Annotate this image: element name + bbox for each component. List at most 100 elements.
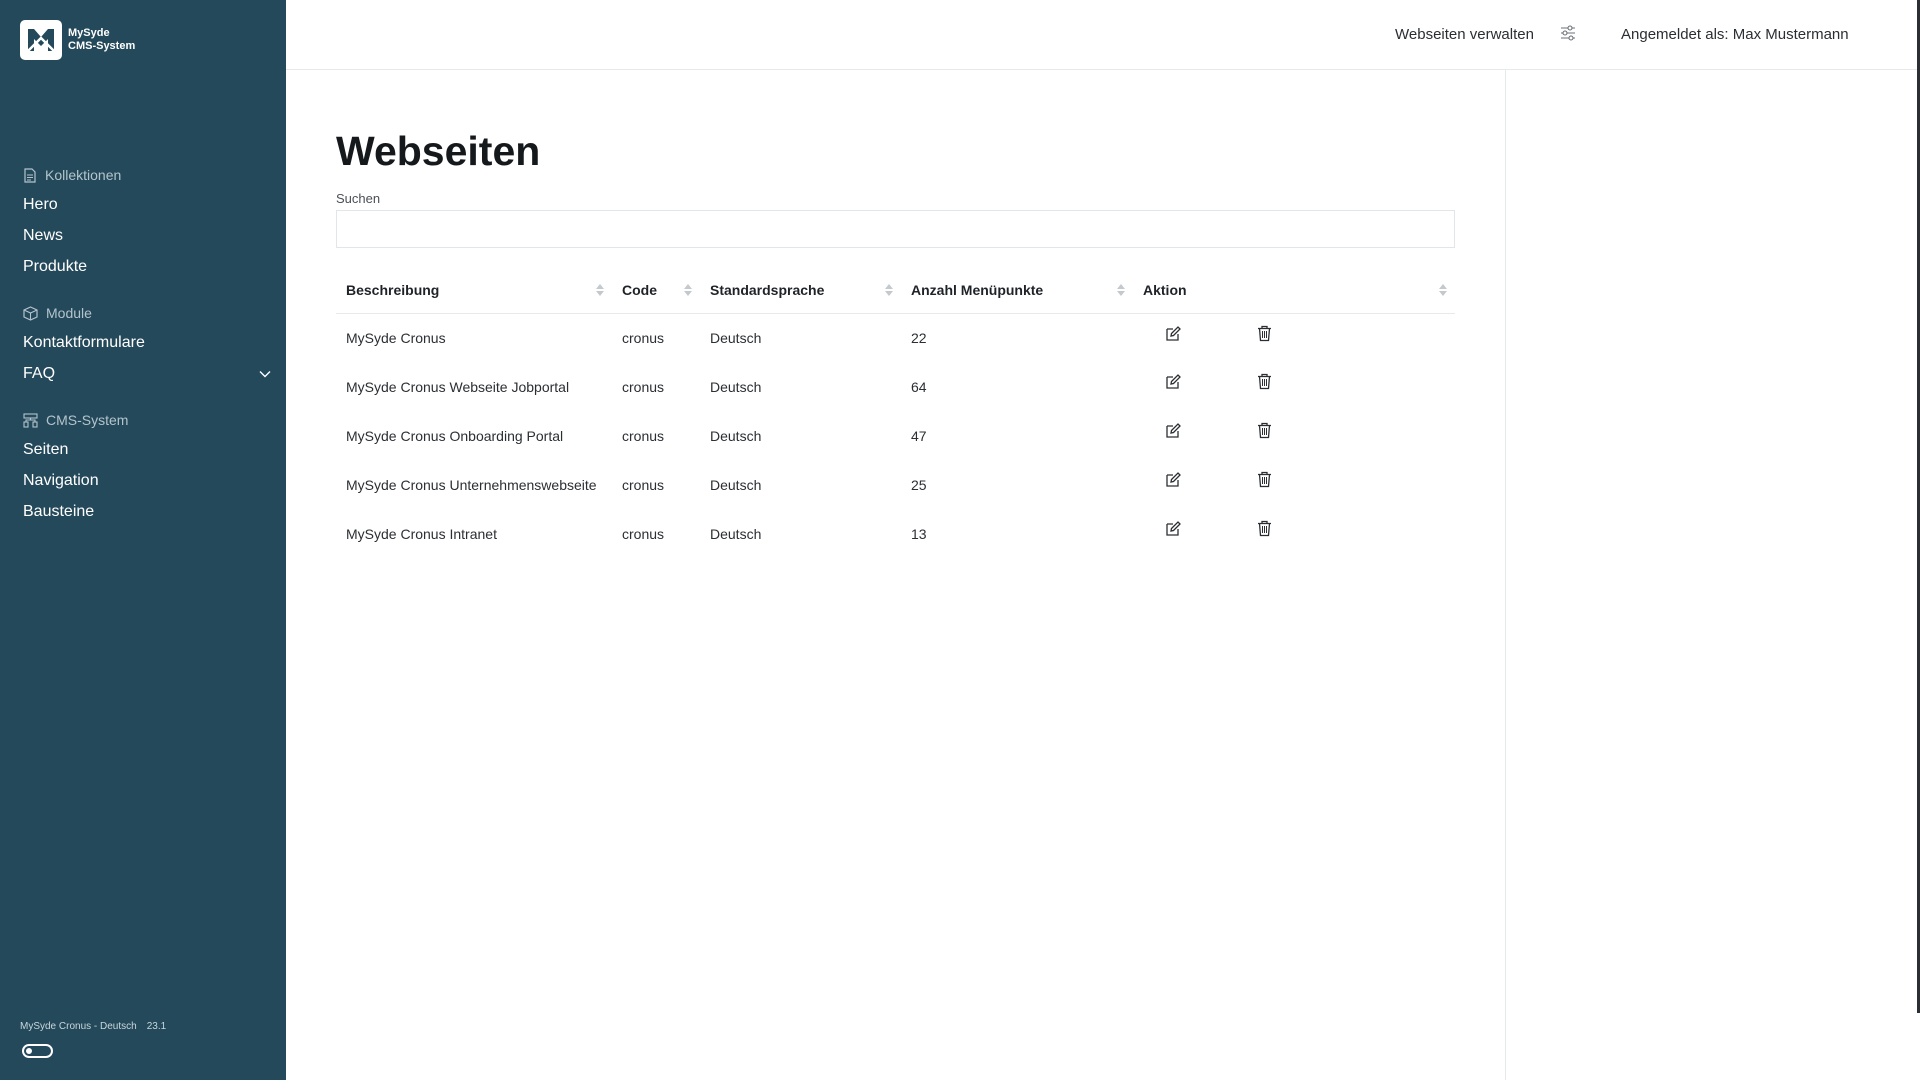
edit-icon[interactable]: [1165, 374, 1181, 393]
brand-text: MySyde CMS-System: [68, 27, 135, 53]
cell-anzahl: 22: [911, 329, 927, 346]
search-label: Suchen: [336, 191, 381, 206]
sidebar-item-navigation[interactable]: Navigation: [23, 472, 271, 490]
page-title: Webseiten: [336, 128, 541, 174]
sitemap-icon: [23, 412, 38, 428]
table-row[interactable]: MySyde Cronus Webseite Jobportal cronus De…: [336, 362, 1455, 411]
column-label: Aktion: [1143, 282, 1187, 299]
sort-icon: [885, 284, 893, 297]
column-label: Beschreibung: [346, 282, 440, 299]
section-title: Module: [46, 305, 92, 321]
edit-icon[interactable]: [1165, 521, 1181, 540]
column-label: Anzahl Menüpunkte: [911, 282, 1044, 299]
right-panel-divider: [1505, 70, 1506, 1080]
settings-sliders-icon[interactable]: [1560, 25, 1576, 46]
sidebar-item-label: Hero: [23, 196, 58, 213]
trash-icon[interactable]: [1257, 373, 1272, 393]
cell-code: cronus: [622, 525, 665, 542]
table-header-row: Beschreibung Code Standardsprache Anzahl…: [336, 268, 1455, 313]
column-header-standardsprache[interactable]: Standardsprache: [700, 268, 901, 313]
trash-icon[interactable]: [1257, 471, 1272, 491]
sidebar-item-seiten[interactable]: Seiten: [23, 441, 271, 459]
cell-beschreibung: MySyde Cronus Onboarding Portal: [346, 427, 564, 444]
section-kollektionen: Kollektionen: [23, 167, 121, 183]
column-label: Code: [622, 282, 657, 299]
cell-anzahl: 64: [911, 378, 927, 395]
sidebar-item-produkte[interactable]: Produkte: [23, 258, 271, 276]
cell-code: cronus: [622, 378, 665, 395]
column-header-beschreibung[interactable]: Beschreibung: [336, 268, 612, 313]
trash-icon[interactable]: [1257, 325, 1272, 345]
section-title: CMS-System: [46, 412, 129, 428]
trash-icon[interactable]: [1257, 422, 1272, 442]
sidebar-item-label: News: [23, 227, 64, 244]
brand-logo[interactable]: MySyde CMS-System: [20, 20, 135, 60]
cell-beschreibung: MySyde Cronus Webseite Jobportal: [346, 378, 570, 395]
sidebar-footer: MySyde Cronus - Deutsch 23.1: [20, 1021, 166, 1032]
table-row[interactable]: MySyde Cronus Intranet cronus Deutsch 13: [336, 509, 1455, 558]
cell-standardsprache: Deutsch: [710, 378, 762, 395]
table-row[interactable]: MySyde Cronus cronus Deutsch 22: [336, 313, 1455, 362]
sidebar-item-label: Navigation: [23, 472, 99, 489]
cell-code: cronus: [622, 329, 665, 346]
sidebar-item-news[interactable]: News: [23, 227, 271, 245]
cell-code: cronus: [622, 427, 665, 444]
edit-icon[interactable]: [1165, 325, 1181, 345]
sidebar: MySyde CMS-System Kollektionen Hero News…: [0, 0, 286, 1080]
edit-icon[interactable]: [1165, 472, 1181, 491]
cell-anzahl: 47: [911, 427, 927, 444]
cell-code: cronus: [622, 476, 665, 493]
websites-table: Beschreibung Code Standardsprache Anzahl…: [336, 268, 1455, 558]
cell-aktion: [1133, 411, 1455, 460]
column-header-anzahl-menuepunkte[interactable]: Anzahl Menüpunkte: [901, 268, 1133, 313]
cell-standardsprache: Deutsch: [710, 476, 762, 493]
brand-line1: MySyde: [68, 27, 110, 39]
section-cms-system: CMS-System: [23, 412, 128, 428]
column-label: Standardsprache: [710, 282, 825, 299]
topbar: Webseiten verwalten Angemeldet als: Max …: [286, 0, 1920, 70]
sidebar-item-hero[interactable]: Hero: [23, 196, 271, 214]
cell-standardsprache: Deutsch: [710, 329, 762, 346]
sort-icon: [1439, 284, 1447, 297]
document-icon: [24, 167, 36, 183]
brand-line2: CMS-System: [68, 40, 136, 52]
cell-aktion: [1133, 313, 1455, 362]
cell-aktion: [1133, 509, 1455, 558]
table-row[interactable]: MySyde Cronus Onboarding Portal cronus Deu…: [336, 411, 1455, 460]
theme-toggle[interactable]: [22, 1044, 53, 1058]
logged-in-user[interactable]: Angemeldet als: Max Mustermann: [1621, 26, 1849, 43]
sort-icon: [596, 284, 604, 297]
toggle-knob: [26, 1048, 32, 1054]
sort-icon: [1117, 284, 1125, 297]
cell-anzahl: 25: [911, 476, 927, 493]
sidebar-item-faq[interactable]: FAQ: [23, 365, 271, 383]
sidebar-item-kontaktformulare[interactable]: Kontaktformulare: [23, 334, 271, 352]
cell-anzahl: 13: [911, 525, 927, 542]
section-module: Module: [23, 305, 92, 321]
sidebar-item-label: Produkte: [23, 258, 88, 275]
footer-version: 23.1: [146, 1021, 167, 1032]
section-title: Kollektionen: [45, 167, 122, 183]
sort-icon: [684, 284, 692, 297]
cell-beschreibung: MySyde Cronus Intranet: [346, 525, 497, 542]
manage-websites-link[interactable]: Webseiten verwalten: [1395, 26, 1534, 43]
search-input[interactable]: [336, 210, 1455, 248]
sidebar-item-label: FAQ: [23, 365, 56, 382]
sidebar-item-label: Seiten: [23, 441, 69, 458]
column-header-code[interactable]: Code: [612, 268, 700, 313]
logo-icon: [20, 20, 62, 60]
box-icon: [23, 305, 38, 321]
cell-standardsprache: Deutsch: [710, 427, 762, 444]
sidebar-item-bausteine[interactable]: Bausteine: [23, 503, 271, 521]
edit-icon[interactable]: [1165, 423, 1181, 442]
table-row[interactable]: MySyde Cronus Unternehmenswebseite cronus…: [336, 460, 1455, 509]
sidebar-item-label: Bausteine: [23, 503, 95, 520]
cell-beschreibung: MySyde Cronus: [346, 329, 446, 346]
chevron-down-icon[interactable]: [259, 370, 271, 378]
cell-aktion: [1133, 460, 1455, 509]
column-header-aktion[interactable]: Aktion: [1133, 268, 1455, 313]
footer-site: MySyde Cronus - Deutsch: [20, 1021, 137, 1032]
trash-icon[interactable]: [1257, 520, 1272, 540]
cell-standardsprache: Deutsch: [710, 525, 762, 542]
sidebar-item-label: Kontaktformulare: [23, 334, 145, 351]
